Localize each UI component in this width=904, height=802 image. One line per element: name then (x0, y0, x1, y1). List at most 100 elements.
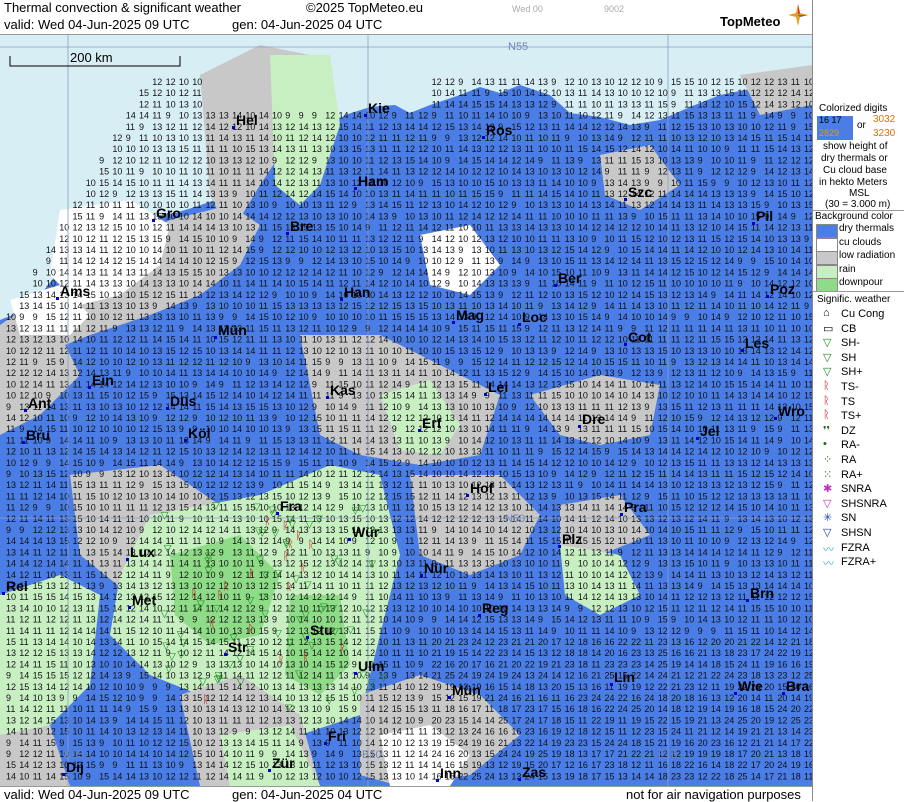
city-label: Gro (156, 205, 181, 221)
thermal-digit: 14 (618, 312, 628, 322)
thermal-digit: 15 (551, 447, 561, 457)
thermal-digit: 14 (19, 704, 29, 714)
thermal-digit: 13 (392, 122, 402, 132)
thermal-digit: 9 (751, 256, 756, 266)
thermal-digit: 12 (405, 738, 415, 748)
thermal-digit: 14 (339, 570, 349, 580)
thermal-digit: 14 (219, 525, 229, 535)
thermal-digit: 11 (299, 335, 308, 345)
digits-desc-3: in hekto Meters (819, 177, 887, 188)
thermal-digit: 13 (152, 144, 162, 154)
thermal-digit: 14 (179, 559, 189, 569)
thermal-digit: 13 (458, 335, 468, 345)
thermal-digit: 14 (19, 671, 29, 681)
thermal-digit: 13 (299, 178, 309, 188)
thermal-digit: 13 (644, 301, 654, 311)
thermal-digit: 11 (684, 402, 693, 412)
thermal-digit: 9 (86, 771, 91, 781)
thermal-digit: 11 (139, 503, 148, 513)
thermal-digit: 9 (698, 626, 703, 636)
thermal-digit: 15 (259, 626, 269, 636)
thermal-digit: 9 (551, 99, 556, 109)
thermal-digit: 9 (126, 368, 131, 378)
thermal-digit: 11 (511, 357, 520, 367)
thermal-digit: 12 (206, 771, 216, 781)
thermal-digit: 13 (259, 727, 269, 737)
thermal-digit: 15 (46, 659, 56, 669)
thermal-digit: 10 (312, 346, 322, 356)
thermal-digit: 14 (405, 189, 415, 199)
thermal-digit: 15 (591, 536, 601, 546)
thermal-digit: 14 (578, 223, 588, 233)
thunderstorm-symbol: ᚱ (308, 539, 315, 551)
thunderstorm-symbol: ᚱ (278, 653, 285, 665)
thermal-digit: 14 (498, 413, 508, 423)
weather-map[interactable]: 12 12 10 10 12 12 9 14 13 11 11 14 13 9 12 10 13 10 12 12 10… (0, 35, 812, 786)
thermal-digit: 14 (418, 323, 428, 333)
thermal-digit: 9 (445, 267, 450, 277)
thermal-digit: 15 (179, 267, 189, 277)
thermal-digit: 9 (605, 267, 610, 277)
thermal-digit: 15 (299, 234, 309, 244)
thermal-digit: 11 (485, 223, 494, 233)
thermal-digit: 9 (458, 547, 463, 557)
thermal-digit: 14 (152, 335, 162, 345)
thermal-digit: 10 (538, 559, 548, 569)
thermal-digit: 12 (644, 88, 654, 98)
thermal-digit: 14 (458, 200, 468, 210)
thermal-digit: 13 (126, 413, 136, 423)
thermal-digit: 14 (99, 514, 109, 524)
thermal-digit: 13 (711, 570, 721, 580)
thermal-digit: 10 (605, 77, 615, 87)
thermal-digit: 11 (511, 592, 520, 602)
thermal-digit: 11 (751, 144, 760, 154)
thermal-digit: 9 (392, 357, 397, 367)
thermal-digit: 12 (112, 245, 122, 255)
thermal-digit: 12 (392, 223, 402, 233)
thermal-digit: 14 (192, 323, 202, 333)
thermal-digit: 11 (432, 536, 441, 546)
thermal-digit: 12 (764, 88, 774, 98)
thermal-digit: 11 (219, 200, 228, 210)
thermal-digit: 14 (232, 211, 242, 221)
thermal-digit: 13 (472, 570, 482, 580)
thermal-digit: 12 (458, 211, 468, 221)
thermal-digit: 19 (711, 749, 721, 759)
thermal-digit: 14 (166, 749, 176, 759)
thermal-digit: 11 (472, 256, 481, 266)
thermal-digit: 10 (179, 469, 189, 479)
thermal-digit: 14 (525, 77, 535, 87)
thermal-digit: 14 (259, 368, 269, 378)
thermal-digit: 9 (525, 368, 530, 378)
thermal-digit: 11 (472, 111, 481, 121)
thermal-digit: 12 (33, 525, 43, 535)
thermal-digit: 15 (192, 234, 202, 244)
city-marker (436, 779, 439, 782)
thermal-digit: 12 (312, 256, 322, 266)
thermal-digit: 10 (259, 704, 269, 714)
thermal-digit: 15 (671, 256, 681, 266)
thermal-digit: 12 (764, 122, 774, 132)
thermal-digit: 15 (578, 290, 588, 300)
thermal-digit: 10 (777, 615, 787, 625)
thermal-digit: 11 (791, 559, 800, 569)
thermal-digit: 17 (738, 749, 748, 759)
thermal-digit: 13 (73, 525, 83, 535)
thermal-digit: 11 (551, 559, 560, 569)
thermal-digit: 12 (591, 435, 601, 445)
thermal-digit: 11 (73, 312, 82, 322)
thermal-digit: 11 (179, 290, 188, 300)
thermal-digit: 10 (392, 279, 402, 289)
thermal-digit: 9 (179, 615, 184, 625)
thermal-digit: 14 (538, 626, 548, 636)
thermal-digit: 12 (33, 648, 43, 658)
thermal-digit: 11 (605, 323, 614, 333)
thermal-digit: 12 (259, 581, 269, 591)
thermal-digit: 20 (751, 715, 761, 725)
thermal-digit: 13 (511, 144, 521, 154)
thermal-digit: 13 (166, 279, 176, 289)
shower-symbol: ▽ (352, 506, 360, 517)
thermal-digit: 13 (445, 413, 455, 423)
thermal-digit: 10 (804, 111, 812, 121)
thermal-digit: 10 (219, 211, 229, 221)
